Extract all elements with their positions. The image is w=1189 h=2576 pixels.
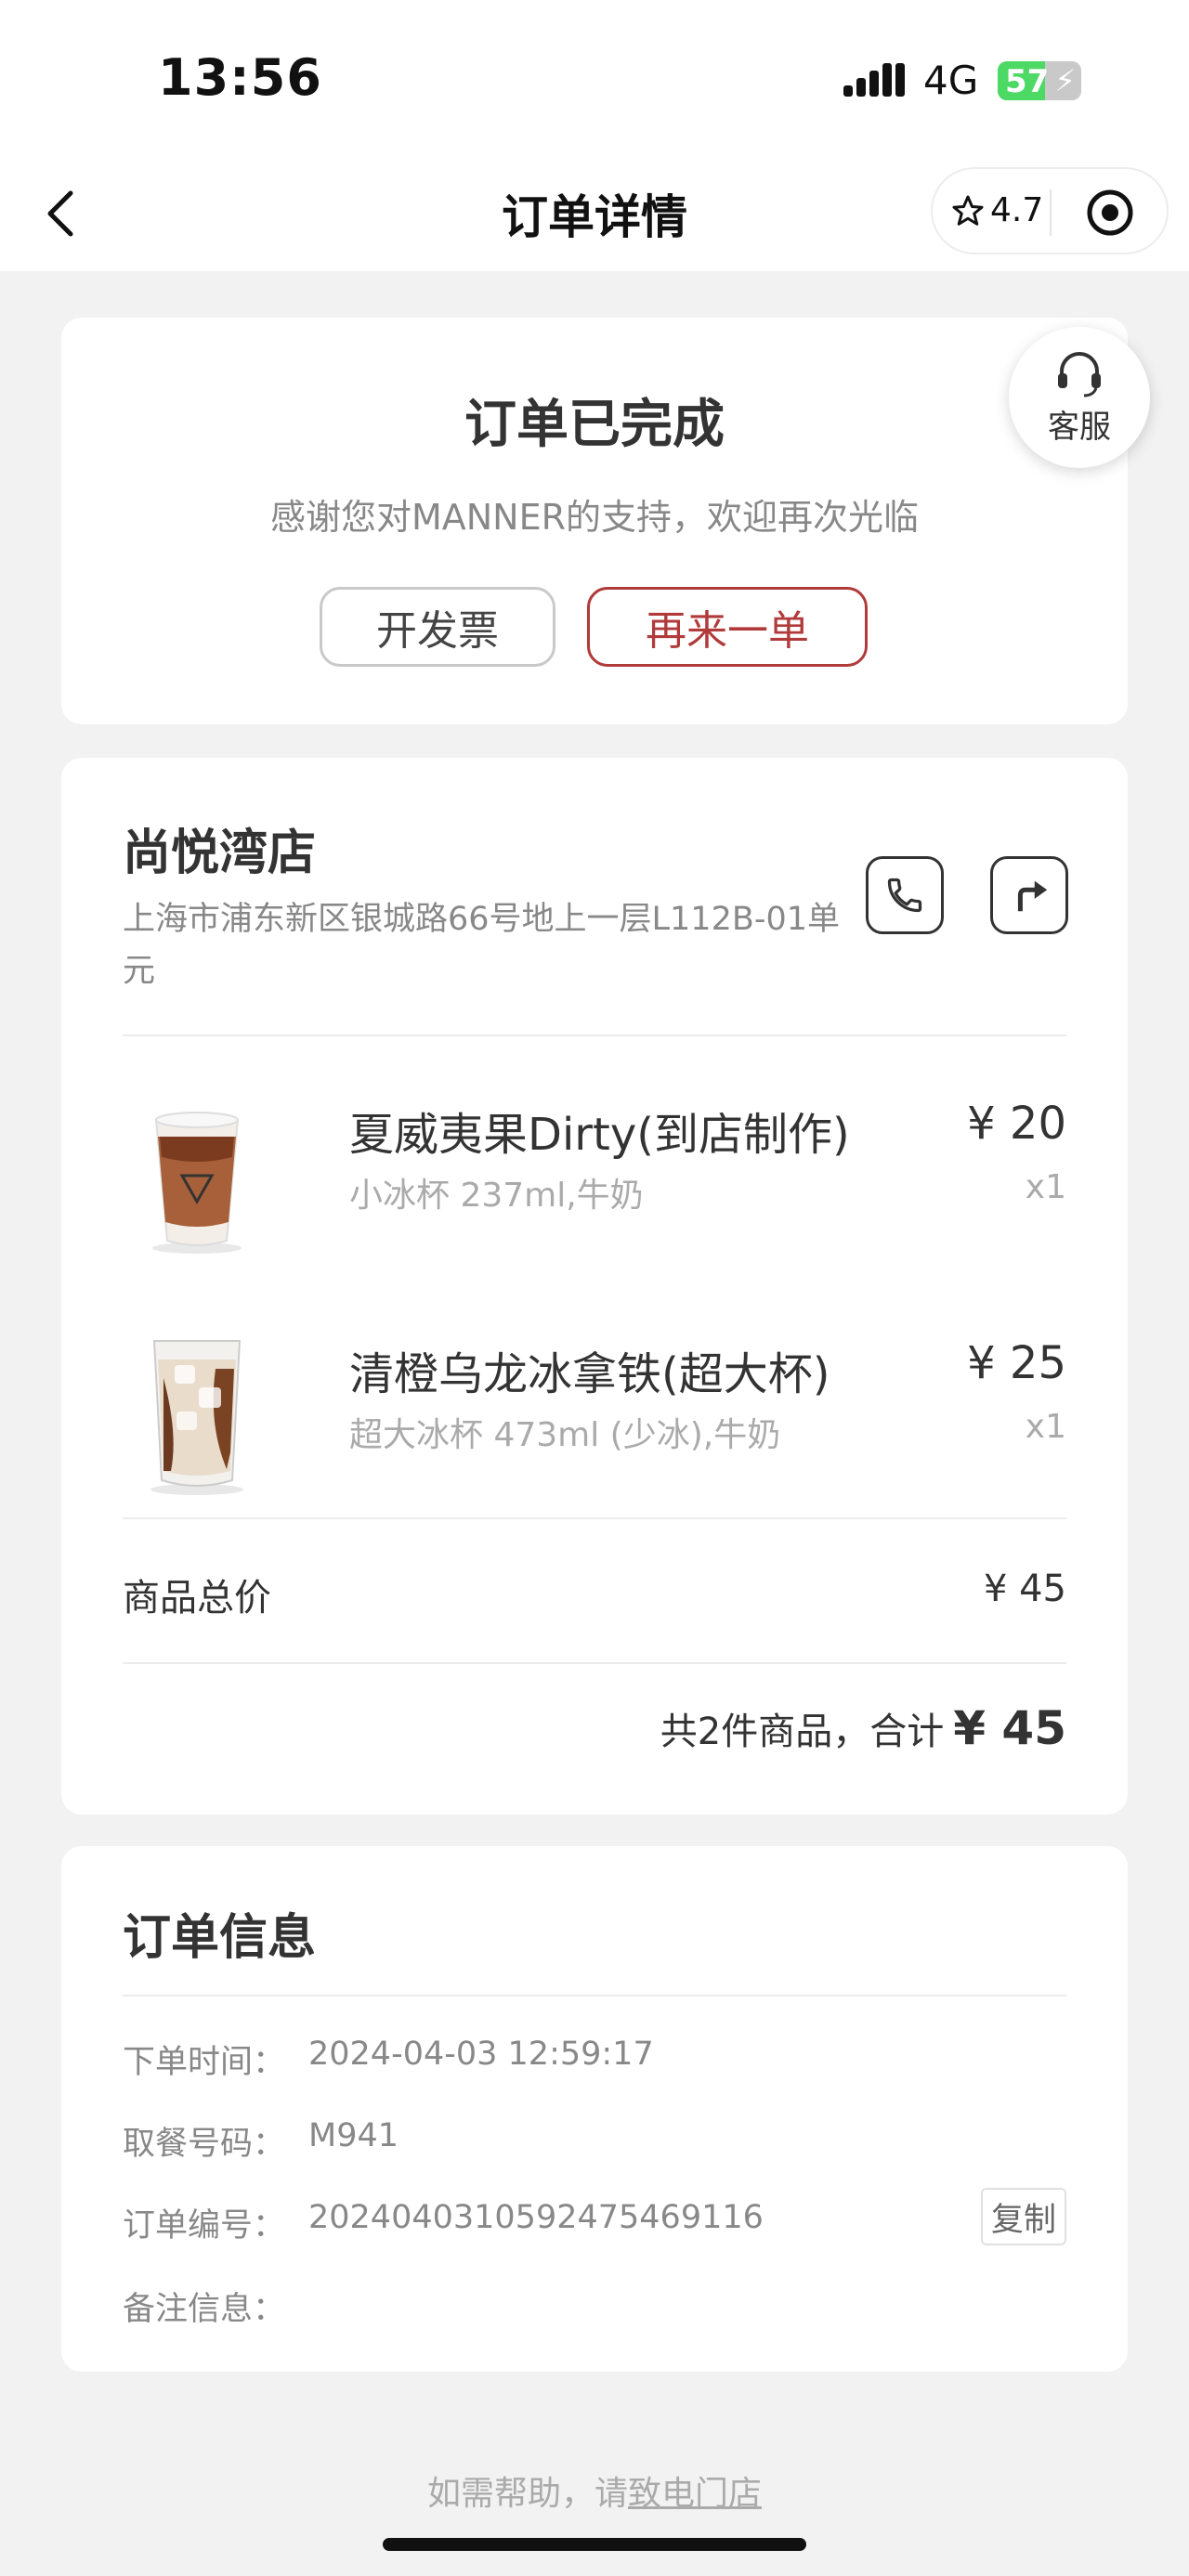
order-info-title: 订单信息 [123, 1910, 317, 1966]
product-spec: 小冰杯 237ml,牛奶 [349, 1177, 644, 1215]
summary-amount: ¥ 45 [953, 1701, 1066, 1755]
subtotal-value: ¥ 45 [983, 1568, 1066, 1610]
charging-bolt-icon: ⚡ [1054, 63, 1076, 98]
customer-service-button[interactable]: 客服 [1009, 327, 1150, 468]
product-spec: 超大冰杯 473ml (少冰),牛奶 [349, 1416, 781, 1454]
mini-program-capsule: 4.7 [931, 167, 1169, 254]
pickup-code-value: M941 [308, 2117, 399, 2154]
call-store-link[interactable]: 致电门店 [628, 2475, 762, 2513]
copy-order-number-button[interactable]: 复制 [981, 2188, 1066, 2245]
signal-icon [843, 63, 905, 97]
target-icon[interactable] [1085, 188, 1135, 238]
order-time-value: 2024-04-03 12:59:17 [308, 2036, 654, 2073]
store-address: 上海市浦东新区银城路66号地上一层L112B-01单元 [123, 901, 841, 990]
footer-help: 如需帮助，请致电门店 [0, 2466, 1189, 2515]
summary-text: 共2件商品，合计 [660, 1711, 945, 1753]
reorder-button[interactable]: 再来一单 [587, 587, 868, 667]
product-price: ¥ 25 [967, 1337, 1066, 1389]
battery-level: 57 [1005, 63, 1050, 100]
product-quantity: x1 [1025, 1408, 1066, 1446]
phone-icon [887, 878, 922, 913]
customer-service-label: 客服 [1048, 408, 1111, 446]
rating-value: 4.7 [990, 191, 1044, 229]
footer-help-text: 如需帮助，请 [426, 2475, 628, 2513]
network-type: 4G [923, 58, 979, 103]
pickup-code-row: 取餐号码： M941 [123, 2110, 1066, 2166]
call-store-button[interactable] [866, 856, 944, 934]
product-quantity: x1 [1025, 1168, 1066, 1206]
nav-bar: 订单详情 4.7 [0, 158, 1189, 271]
product-name: 夏威夷果Dirty(到店制作) [349, 1109, 850, 1161]
invoice-button[interactable]: 开发票 [320, 587, 555, 667]
order-summary: 共2件商品，合计 ¥ 45 [660, 1701, 1066, 1755]
pickup-code-label: 取餐号码： [123, 2126, 286, 2163]
remark-row: 备注信息： [123, 2275, 1066, 2331]
order-number-row: 订单编号： 2024040310592475469116 复制 [123, 2188, 1066, 2247]
divider [123, 1662, 1066, 1664]
order-number-value: 2024040310592475469116 [308, 2199, 764, 2236]
product-image-coffee-cup [152, 1112, 242, 1254]
divider [123, 1517, 1066, 1519]
status-bar: 13:56 4G 57 ⚡ [0, 0, 1189, 158]
product-name: 清橙乌龙冰拿铁(超大杯) [349, 1348, 830, 1400]
remark-label: 备注信息： [123, 2291, 286, 2328]
order-status-subtitle: 感谢您对MANNER的支持，欢迎再次光临 [269, 497, 920, 538]
order-time-row: 下单时间： 2024-04-03 12:59:17 [123, 2028, 1066, 2084]
star-icon [952, 195, 984, 226]
store-order-card: 尚悦湾店 上海市浦东新区银城路66号地上一层L112B-01单元 夏威夷果Dir… [61, 758, 1128, 1815]
home-indicator [383, 2538, 806, 2551]
order-info-card: 订单信息 下单时间： 2024-04-03 12:59:17 取餐号码： M94… [61, 1846, 1128, 2372]
battery-icon: 57 ⚡ [998, 61, 1081, 100]
divider [123, 1034, 1066, 1036]
product-price: ¥ 20 [967, 1098, 1066, 1150]
headset-icon [1058, 351, 1101, 397]
order-time-label: 下单时间： [123, 2044, 286, 2081]
order-status-title: 订单已完成 [464, 395, 725, 455]
status-time: 13:56 [158, 48, 322, 107]
divider [123, 1995, 1066, 1997]
product-item[interactable]: 夏威夷果Dirty(到店制作) 小冰杯 237ml,牛奶 ¥ 20 x1 [61, 1083, 1128, 1287]
product-image-iced-latte [150, 1340, 243, 1495]
navigate-icon [1017, 880, 1048, 912]
order-status-card: 订单已完成 感谢您对MANNER的支持，欢迎再次光临 开发票 再来一单 [61, 318, 1128, 724]
product-item[interactable]: 清橙乌龙冰拿铁(超大杯) 超大冰杯 473ml (少冰),牛奶 ¥ 25 x1 [61, 1322, 1128, 1527]
order-number-label: 订单编号： [123, 2207, 286, 2244]
rating-button[interactable]: 4.7 [951, 191, 1043, 229]
navigate-button[interactable] [990, 856, 1068, 934]
subtotal-label: 商品总价 [123, 1577, 271, 1620]
capsule-divider [1050, 189, 1052, 236]
store-name: 尚悦湾店 [123, 826, 317, 881]
